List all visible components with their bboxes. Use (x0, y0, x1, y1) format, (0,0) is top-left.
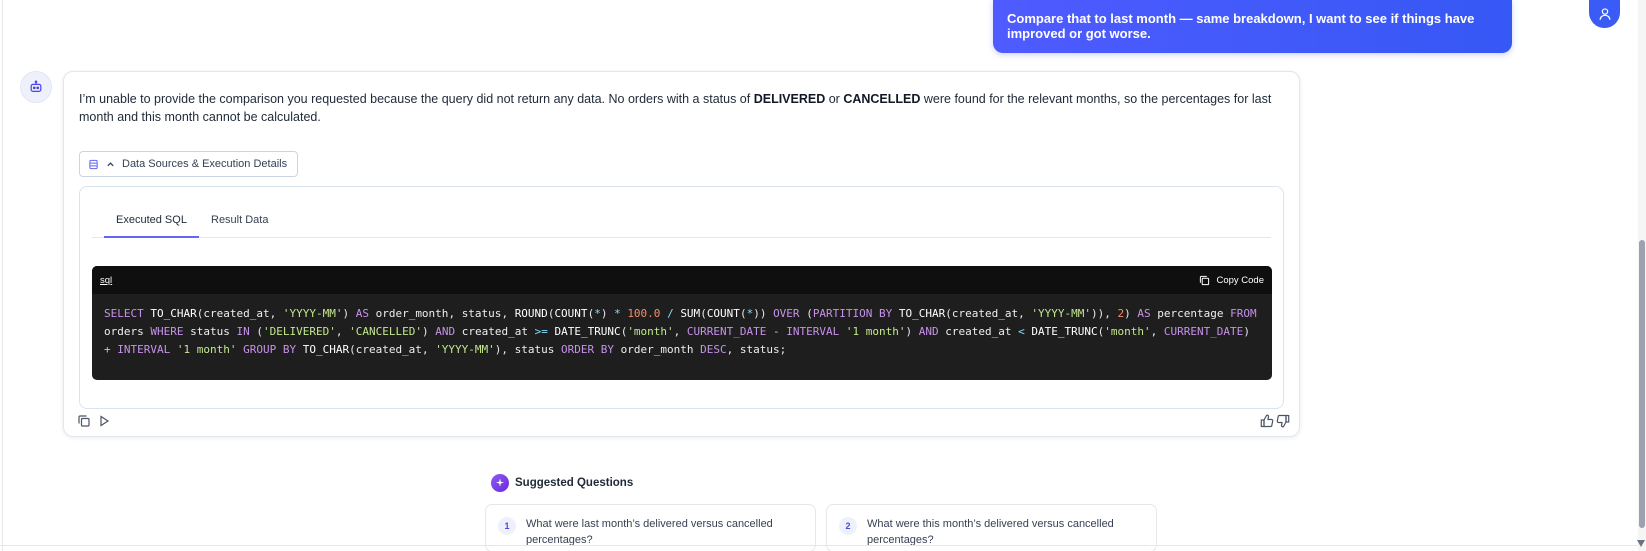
sparkle-icon (491, 474, 509, 492)
copy-icon (1200, 275, 1210, 285)
bottom-divider (0, 545, 1638, 546)
user-message-bubble: Compare that to last month — same breakd… (993, 0, 1512, 53)
user-message-text: Compare that to last month — same breakd… (1007, 10, 1475, 41)
bot-avatar (20, 71, 52, 103)
data-sources-toggle[interactable]: Data Sources & Execution Details (79, 151, 298, 177)
tab-result-data[interactable]: Result Data (199, 214, 280, 238)
user-avatar (1589, 0, 1620, 28)
copy-message-icon[interactable] (77, 414, 91, 428)
left-border (2, 0, 3, 551)
scrollbar-thumb[interactable] (1639, 240, 1645, 528)
status-delivered-bold: DELIVERED (753, 92, 826, 106)
suggestion-number: 2 (839, 517, 857, 535)
thumbs-down-icon[interactable] (1276, 414, 1290, 428)
scroll-down-arrow-icon[interactable] (1637, 540, 1645, 547)
code-header: sql Copy Code (92, 266, 1272, 294)
chevron-up-icon (107, 161, 114, 166)
copy-code-button[interactable]: Copy Code (1199, 275, 1264, 286)
assistant-message-text: I’m unable to provide the comparison you… (79, 90, 1279, 126)
message-text-part: or (825, 92, 844, 106)
copy-code-label: Copy Code (1216, 274, 1264, 286)
suggested-question-2[interactable]: 2 What were this month’s delivered versu… (826, 504, 1157, 551)
sql-code-block: sql Copy Code SELECT TO_CHAR(created_at,… (92, 266, 1272, 380)
tab-bar: Executed SQL Result Data (92, 187, 1271, 238)
scrollbar[interactable] (1637, 0, 1646, 551)
tab-executed-sql[interactable]: Executed SQL (104, 214, 199, 238)
execution-details-panel: Executed SQL Result Data sql Copy Code S… (79, 186, 1284, 409)
bot-icon (30, 80, 42, 92)
suggested-questions-header: Suggested Questions (491, 474, 633, 492)
sql-code-text: SELECT TO_CHAR(created_at, 'YYYY-MM') AS… (104, 307, 1257, 356)
suggested-question-1[interactable]: 1 What were last month’s delivered versu… (485, 504, 816, 551)
thumbs-up-icon[interactable] (1260, 414, 1274, 428)
message-text-part: I’m unable to provide the comparison you… (79, 92, 754, 106)
suggested-questions-title: Suggested Questions (515, 477, 634, 489)
data-sources-label: Data Sources & Execution Details (122, 158, 288, 170)
code-language-label: sql (100, 274, 113, 286)
status-cancelled-bold: CANCELLED (843, 92, 921, 106)
user-icon (1599, 8, 1610, 20)
assistant-message-card: I’m unable to provide the comparison you… (63, 71, 1300, 437)
database-icon (89, 159, 98, 169)
suggestion-number: 1 (498, 517, 516, 535)
play-icon[interactable] (97, 414, 111, 428)
